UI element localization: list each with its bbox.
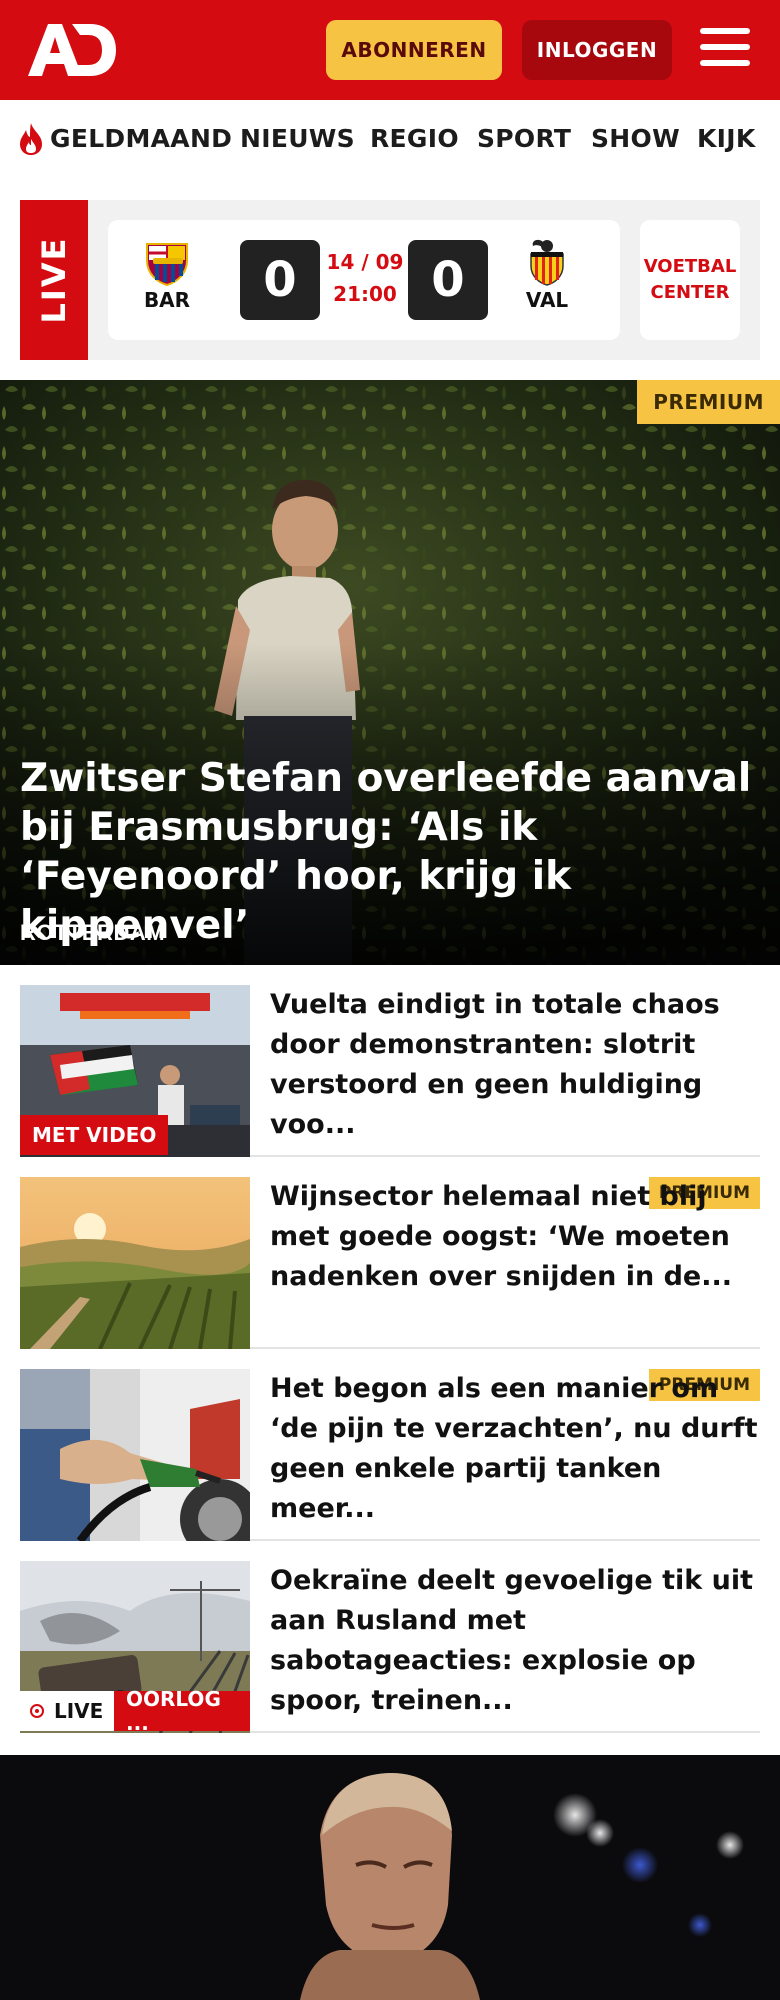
next-article-image[interactable]	[0, 1755, 780, 2000]
article-thumbnail	[20, 1177, 250, 1349]
home-team-code: BAR	[143, 288, 191, 312]
premium-badge: PREMIUM	[637, 380, 780, 424]
main-navigation: GELDMAAND NIEUWS REGIO SPORT SHOW KIJK	[0, 100, 780, 180]
hero-kicker: ROTTERDAM	[20, 920, 166, 945]
match-time: 21:00	[333, 282, 397, 306]
article-item-oekraine[interactable]: LIVE OORLOG ... Oekraïne deelt gevoelige…	[20, 1561, 760, 1735]
article-item-tanken[interactable]: PREMIUM Het begon als een manier om ‘de …	[20, 1369, 760, 1541]
nav-item-geldmaand[interactable]: GELDMAAND	[50, 124, 232, 153]
match-datetime: 14 / 09 21:00	[320, 246, 410, 310]
ad-logo[interactable]	[26, 18, 118, 80]
home-score: 0	[240, 240, 320, 320]
home-team: BAR	[132, 238, 202, 312]
away-team-code: VAL	[525, 288, 569, 312]
voetbal-center-line1: VOETBAL	[643, 256, 737, 277]
hero-article[interactable]: PREMIUM Zwitser Stefan overleefde aanval…	[0, 380, 780, 965]
hamburger-menu-icon[interactable]	[700, 24, 750, 70]
barcelona-crest-icon	[146, 243, 188, 286]
live-tag: LIVE	[20, 200, 88, 360]
category-label: OORLOG ...	[114, 1687, 250, 1735]
met-video-label: MET VIDEO	[20, 1115, 169, 1155]
nav-item-kijk[interactable]: KIJK	[697, 124, 756, 153]
subscribe-button[interactable]: ABONNEREN	[326, 20, 502, 80]
away-score: 0	[408, 240, 488, 320]
live-dot-icon	[30, 1704, 44, 1718]
flame-icon	[18, 122, 44, 156]
live-label-text: LIVE	[54, 1699, 104, 1723]
voetbal-center-line2: CENTER	[650, 282, 730, 303]
article-title[interactable]: Wijnsector helemaal niet blij met goede …	[270, 1177, 760, 1297]
away-team: VAL	[512, 238, 582, 312]
nav-item-nieuws[interactable]: NIEUWS	[240, 124, 355, 153]
nav-item-show[interactable]: SHOW	[591, 124, 680, 153]
article-thumbnail	[20, 1369, 250, 1541]
login-button[interactable]: INLOGGEN	[522, 20, 672, 80]
article-item-vuelta[interactable]: MET VIDEO Vuelta eindigt in totale chaos…	[20, 985, 760, 1157]
live-tag-label: LIVE	[35, 236, 73, 324]
voetbal-center-button[interactable]: VOETBAL CENTER	[640, 220, 740, 340]
score-card[interactable]: BAR 0 14 / 09 21:00 0 VAL	[108, 220, 620, 340]
article-title[interactable]: Het begon als een manier om ‘de pijn te …	[270, 1369, 760, 1529]
article-title[interactable]: Oekraïne deelt gevoelige tik uit aan Rus…	[270, 1561, 760, 1721]
article-item-wijnsector[interactable]: PREMIUM Wijnsector helemaal niet blij me…	[20, 1177, 760, 1349]
article-title[interactable]: Vuelta eindigt in totale chaos door demo…	[270, 985, 760, 1145]
site-header: ABONNEREN INLOGGEN	[0, 0, 780, 100]
nav-item-regio[interactable]: REGIO	[370, 124, 459, 153]
nav-item-sport[interactable]: SPORT	[477, 124, 571, 153]
live-label: LIVE	[20, 1691, 114, 1731]
live-match-widget[interactable]: LIVE BAR 0 14 / 09 21:00 0 VAL VOETBAL C…	[20, 200, 760, 360]
match-date: 14 / 09	[326, 250, 404, 274]
valencia-crest-icon	[530, 239, 564, 286]
